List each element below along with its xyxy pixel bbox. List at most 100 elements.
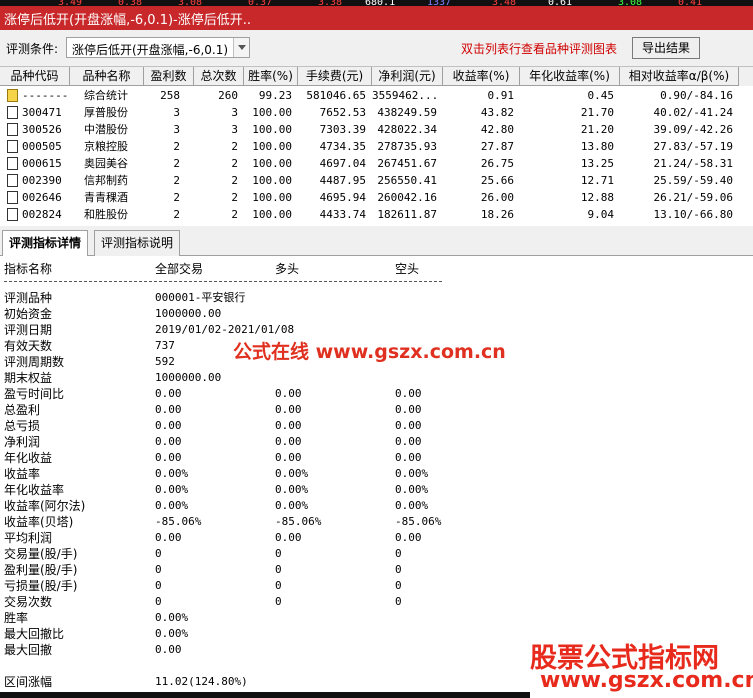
detail-long: 0 (275, 547, 282, 560)
hint-text: 双击列表行查看品种评测图表 (461, 42, 618, 56)
detail-long: -85.06% (275, 515, 322, 528)
detail-row: 总盈利 0.00 0.00 0.00 (0, 402, 753, 418)
table-row[interactable]: 000505 京粮控股 2 2 100.00 4734.35 278735.93 27.87 1… (0, 138, 753, 155)
detail-short: 0 (395, 547, 402, 560)
detail-short: 0.00% (395, 499, 429, 512)
table-cell-winrate: 99.23 (258, 89, 292, 102)
table-cell-yield: 25.66 (480, 174, 514, 187)
column-header[interactable]: 年化收益率(%) (520, 67, 620, 85)
detail-long: 0.00 (275, 403, 302, 416)
detail-all: -85.06% (155, 515, 202, 528)
table-cell-yield: 26.00 (480, 191, 514, 204)
detail-row: 收益率(阿尔法) 0.00% 0.00% 0.00% (0, 498, 753, 514)
watermark-corner-url: www.gszx.com.cn (540, 668, 753, 693)
column-header[interactable]: 相对收益率α/β(%) (620, 67, 739, 85)
export-button[interactable]: 导出结果 (632, 37, 700, 59)
column-header[interactable]: 收益率(%) (443, 67, 520, 85)
watermark-middle: 公式在线 www.gszx.com.cn (233, 341, 506, 363)
ticker-number: 0.41 (678, 0, 703, 8)
detail-all: 1000000.00 (155, 371, 222, 384)
bottom-strip (0, 692, 530, 698)
table-cell-annual: 21.20 (580, 123, 614, 136)
table-cell-winrate: 100.00 (252, 157, 292, 170)
table-cell-yield: 18.26 (480, 208, 514, 221)
detail-label: 平均利润 (4, 531, 53, 545)
detail-header-short: 空头 (395, 262, 420, 276)
table-cell-annual: 13.80 (580, 140, 614, 153)
condition-select-value: 涨停后低开(开盘涨幅,-6,0.1) (72, 43, 229, 57)
detail-row: 总亏损 0.00 0.00 0.00 (0, 418, 753, 434)
table-cell-fee: 4734.35 (319, 140, 366, 153)
table-cell-code: 002646 (22, 191, 62, 204)
detail-long: 0.00 (275, 387, 302, 400)
table-cell-wins: 258 (160, 89, 180, 102)
detail-long: 0 (275, 579, 282, 592)
detail-all: 737 (155, 339, 175, 352)
ticker-strip: 3.49 0.38 3.08 0.37 3.38 680.1 1337 3.48 0.61 3.0… (0, 0, 753, 8)
detail-all: 11.02(124.80%) (155, 675, 248, 688)
table-cell-fee: 4487.95 (319, 174, 366, 187)
table-cell-code: 300526 (22, 123, 62, 136)
table-cell-total: 2 (231, 191, 238, 204)
table-row[interactable]: 002390 信邦制药 2 2 100.00 4487.95 256550.41 25.66 1… (0, 172, 753, 189)
column-header[interactable]: 品种名称 (70, 67, 144, 85)
table-row[interactable]: 300471 厚普股份 3 3 100.00 7652.53 438249.59 43.82 2… (0, 104, 753, 121)
ticker-number: 3.08 (178, 0, 203, 8)
detail-all: 000001-平安银行 (155, 291, 246, 304)
table-cell-total: 2 (231, 208, 238, 221)
column-header[interactable]: 品种代码 (0, 67, 70, 85)
detail-row: 年化收益率 0.00% 0.00% 0.00% (0, 482, 753, 498)
detail-row: 盈利量(股/手) 0 0 0 (0, 562, 753, 578)
detail-all: 0.00% (155, 499, 189, 512)
detail-row: 胜率 0.00% (0, 610, 753, 626)
table-cell-fee: 7652.53 (319, 106, 366, 119)
detail-label: 总盈利 (4, 403, 41, 417)
detail-all: 0.00% (155, 483, 189, 496)
detail-long: 0.00 (275, 419, 302, 432)
table-cell-winrate: 100.00 (252, 191, 292, 204)
detail-label: 总亏损 (4, 419, 41, 433)
table-cell-code: 002390 (22, 174, 62, 187)
ticker-number: 3.08 (618, 0, 643, 8)
detail-long: 0.00 (275, 451, 302, 464)
table-row[interactable]: ------- 综合统计 258 260 99.23 581046.65 3559462..… (0, 87, 753, 104)
chevron-down-icon[interactable] (233, 38, 249, 57)
table-cell-relative: 27.83/-57.19 (653, 140, 733, 153)
table-cell-fee: 7303.39 (319, 123, 366, 136)
table-cell-total: 3 (231, 123, 238, 136)
tab-detail[interactable]: 评测指标详情 (2, 230, 89, 257)
table-cell-profit: 438249.59 (377, 106, 437, 119)
table-cell-yield: 43.82 (480, 106, 514, 119)
table-cell-name: 信邦制药 (84, 174, 128, 187)
detail-label: 评测品种 (4, 291, 53, 305)
table-cell-yield: 0.91 (487, 89, 515, 102)
table-cell-wins: 3 (173, 106, 180, 119)
detail-row: 年化收益 0.00 0.00 0.00 (0, 450, 753, 466)
condition-select[interactable]: 涨停后低开(开盘涨幅,-6,0.1) (66, 37, 250, 58)
detail-row: 收益率(贝塔) -85.06% -85.06% -85.06% (0, 514, 753, 530)
column-header[interactable]: 总次数 (194, 67, 244, 85)
column-header[interactable]: 净利润(元) (372, 67, 443, 85)
detail-all: 0.00 (155, 403, 182, 416)
detail-row: 亏损量(股/手) 0 0 0 (0, 578, 753, 594)
table-row[interactable]: 002646 青青稞酒 2 2 100.00 4695.94 260042.16 26.00 1… (0, 189, 753, 206)
table-row[interactable]: 000615 奥园美谷 2 2 100.00 4697.04 267451.67 26.75 1… (0, 155, 753, 172)
table-row[interactable]: 300526 中潜股份 3 3 100.00 7303.39 428022.34 42.80 2… (0, 121, 753, 138)
table-cell-code: ------- (22, 89, 69, 102)
detail-all: 0.00% (155, 627, 189, 640)
detail-row: 净利润 0.00 0.00 0.00 (0, 434, 753, 450)
detail-long: 0.00% (275, 499, 309, 512)
column-header[interactable]: 手续费(元) (298, 67, 372, 85)
detail-label: 评测日期 (4, 323, 53, 337)
tab-explanation[interactable]: 评测指标说明 (94, 230, 181, 256)
detail-short: 0.00% (395, 467, 429, 480)
detail-label: 交易次数 (4, 595, 53, 609)
detail-row: 收益率 0.00% 0.00% 0.00% (0, 466, 753, 482)
title-bar: 3.49 0.38 3.08 0.37 3.38 680.1 1337 3.48 0.61 3.0… (0, 0, 753, 30)
column-header[interactable]: 胜率(%) (244, 67, 298, 85)
table-row[interactable]: 002824 和胜股份 2 2 100.00 4433.74 182611.87 18.26 9… (0, 206, 753, 223)
column-header[interactable]: 盈利数 (144, 67, 194, 85)
detail-long: 0.00% (275, 483, 309, 496)
detail-label: 盈亏时间比 (4, 387, 65, 401)
detail-long: 0 (275, 563, 282, 576)
